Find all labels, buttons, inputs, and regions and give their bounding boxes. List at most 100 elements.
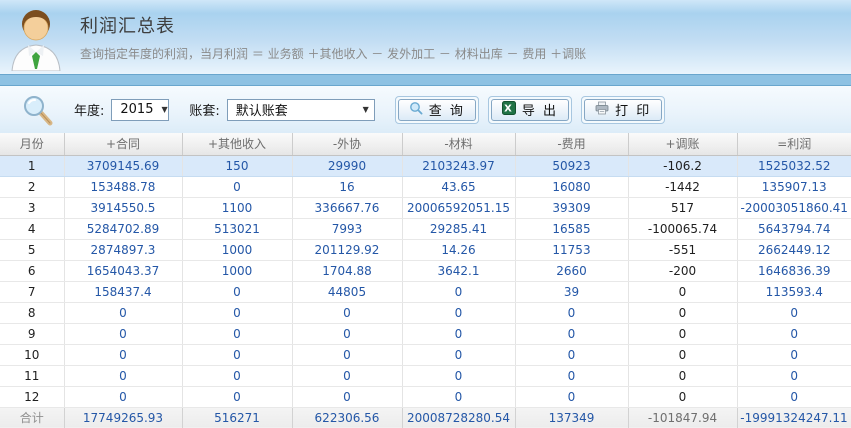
table-cell: 0 xyxy=(292,386,402,407)
printer-icon xyxy=(595,101,609,119)
table-cell: -101847.94 xyxy=(628,407,737,428)
query-button[interactable]: 查 询 xyxy=(398,99,476,121)
table-cell: 0 xyxy=(628,302,737,323)
year-label: 年度: xyxy=(74,100,104,119)
table-row[interactable]: 90000000 xyxy=(0,323,851,344)
table-cell: -106.2 xyxy=(628,155,737,176)
table-cell: 0 xyxy=(182,344,292,365)
table-cell: 0 xyxy=(628,365,737,386)
table-cell: 2103243.97 xyxy=(402,155,515,176)
table-cell: 0 xyxy=(515,344,628,365)
account-select[interactable]: 默认账套 ▼ xyxy=(227,99,375,121)
chevron-down-icon: ▼ xyxy=(161,105,167,114)
table-cell: 16 xyxy=(292,176,402,197)
table-cell: 1000 xyxy=(182,239,292,260)
column-header[interactable]: +其他收入 xyxy=(182,133,292,155)
table-cell: 1646836.39 xyxy=(737,260,851,281)
table-cell: 14.26 xyxy=(402,239,515,260)
table-cell: 0 xyxy=(737,302,851,323)
export-button[interactable]: X 导 出 xyxy=(491,99,569,121)
table-cell: 0 xyxy=(402,344,515,365)
table-row[interactable]: 7158437.40448050390113593.4 xyxy=(0,281,851,302)
table-cell: 137349 xyxy=(515,407,628,428)
table-cell: 5643794.74 xyxy=(737,218,851,239)
profit-summary-app: 利润汇总表 查询指定年度的利润，当月利润 ＝ 业务额 ＋其他收入 － 发外加工 … xyxy=(0,0,851,428)
column-header[interactable]: 月份 xyxy=(0,133,64,155)
table-cell: 合计 xyxy=(0,407,64,428)
table-cell: 0 xyxy=(628,344,737,365)
table-cell: 1000 xyxy=(182,260,292,281)
table-row[interactable]: 110000000 xyxy=(0,365,851,386)
table-cell: 39309 xyxy=(515,197,628,218)
table-cell: 1654043.37 xyxy=(64,260,182,281)
table-cell: 7 xyxy=(0,281,64,302)
table-cell: -100065.74 xyxy=(628,218,737,239)
excel-icon: X xyxy=(502,101,516,119)
table-cell: 150 xyxy=(182,155,292,176)
table-cell: 3914550.5 xyxy=(64,197,182,218)
table-cell: 517 xyxy=(628,197,737,218)
table-row[interactable]: 120000000 xyxy=(0,386,851,407)
table-cell: 153488.78 xyxy=(64,176,182,197)
column-header[interactable]: -费用 xyxy=(515,133,628,155)
table-cell: 336667.76 xyxy=(292,197,402,218)
table-cell: 50923 xyxy=(515,155,628,176)
column-header[interactable]: +调账 xyxy=(628,133,737,155)
query-button-label: 查 询 xyxy=(429,100,465,119)
page-header: 利润汇总表 查询指定年度的利润，当月利润 ＝ 业务额 ＋其他收入 － 发外加工 … xyxy=(0,0,851,74)
table-cell: 0 xyxy=(64,344,182,365)
table-cell: 113593.4 xyxy=(737,281,851,302)
account-select-value: 默认账套 xyxy=(236,100,288,119)
businessman-avatar-icon xyxy=(8,7,64,71)
export-button-wrap: X 导 出 xyxy=(488,96,572,124)
page-title: 利润汇总表 xyxy=(80,12,586,38)
profit-summary-table: 月份+合同+其他收入-外协-材料-费用+调账=利润 13709145.69150… xyxy=(0,133,851,428)
table-cell: 0 xyxy=(737,386,851,407)
table-header-row: 月份+合同+其他收入-外协-材料-费用+调账=利润 xyxy=(0,133,851,155)
table-row[interactable]: 52874897.31000201129.9214.2611753-551266… xyxy=(0,239,851,260)
table-cell: 29990 xyxy=(292,155,402,176)
table-row[interactable]: 45284702.89513021799329285.4116585-10006… xyxy=(0,218,851,239)
header-text: 利润汇总表 查询指定年度的利润，当月利润 ＝ 业务额 ＋其他收入 － 发外加工 … xyxy=(80,12,586,62)
table-row[interactable]: 80000000 xyxy=(0,302,851,323)
table-cell: 12 xyxy=(0,386,64,407)
table-row[interactable]: 100000000 xyxy=(0,344,851,365)
table-cell: 4 xyxy=(0,218,64,239)
table-cell: -19991324247.11 xyxy=(737,407,851,428)
table-cell: 3 xyxy=(0,197,64,218)
table-row[interactable]: 61654043.3710001704.883642.12660-2001646… xyxy=(0,260,851,281)
year-select[interactable]: 2015 ▼ xyxy=(111,99,169,121)
table-cell: 11753 xyxy=(515,239,628,260)
table-cell: 0 xyxy=(292,344,402,365)
table-cell: 1 xyxy=(0,155,64,176)
column-header[interactable]: =利润 xyxy=(737,133,851,155)
table-cell: 44805 xyxy=(292,281,402,302)
table-cell: 0 xyxy=(402,386,515,407)
print-button[interactable]: 打 印 xyxy=(584,99,662,121)
table-cell: 0 xyxy=(402,365,515,386)
table-cell: 0 xyxy=(64,323,182,344)
table-cell: 0 xyxy=(737,323,851,344)
table-row[interactable]: 33914550.51100336667.7620006592051.15393… xyxy=(0,197,851,218)
table-cell: 0 xyxy=(292,323,402,344)
table-cell: 3709145.69 xyxy=(64,155,182,176)
table-row[interactable]: 2153488.7801643.6516080-1442135907.13 xyxy=(0,176,851,197)
query-button-wrap: 查 询 xyxy=(395,96,479,124)
table-cell: 622306.56 xyxy=(292,407,402,428)
column-header[interactable]: -材料 xyxy=(402,133,515,155)
table-cell: 0 xyxy=(628,281,737,302)
column-header[interactable]: -外协 xyxy=(292,133,402,155)
table-row[interactable]: 13709145.69150299902103243.9750923-106.2… xyxy=(0,155,851,176)
table-cell: 0 xyxy=(182,302,292,323)
table-cell: 2874897.3 xyxy=(64,239,182,260)
column-header[interactable]: +合同 xyxy=(64,133,182,155)
table-cell: 513021 xyxy=(182,218,292,239)
table-cell: 5 xyxy=(0,239,64,260)
print-button-wrap: 打 印 xyxy=(581,96,665,124)
table-cell: 0 xyxy=(64,386,182,407)
table-cell: 16080 xyxy=(515,176,628,197)
table-cell: 1100 xyxy=(182,197,292,218)
table-cell: 20008728280.54 xyxy=(402,407,515,428)
table-cell: 158437.4 xyxy=(64,281,182,302)
table-cell: 1525032.52 xyxy=(737,155,851,176)
